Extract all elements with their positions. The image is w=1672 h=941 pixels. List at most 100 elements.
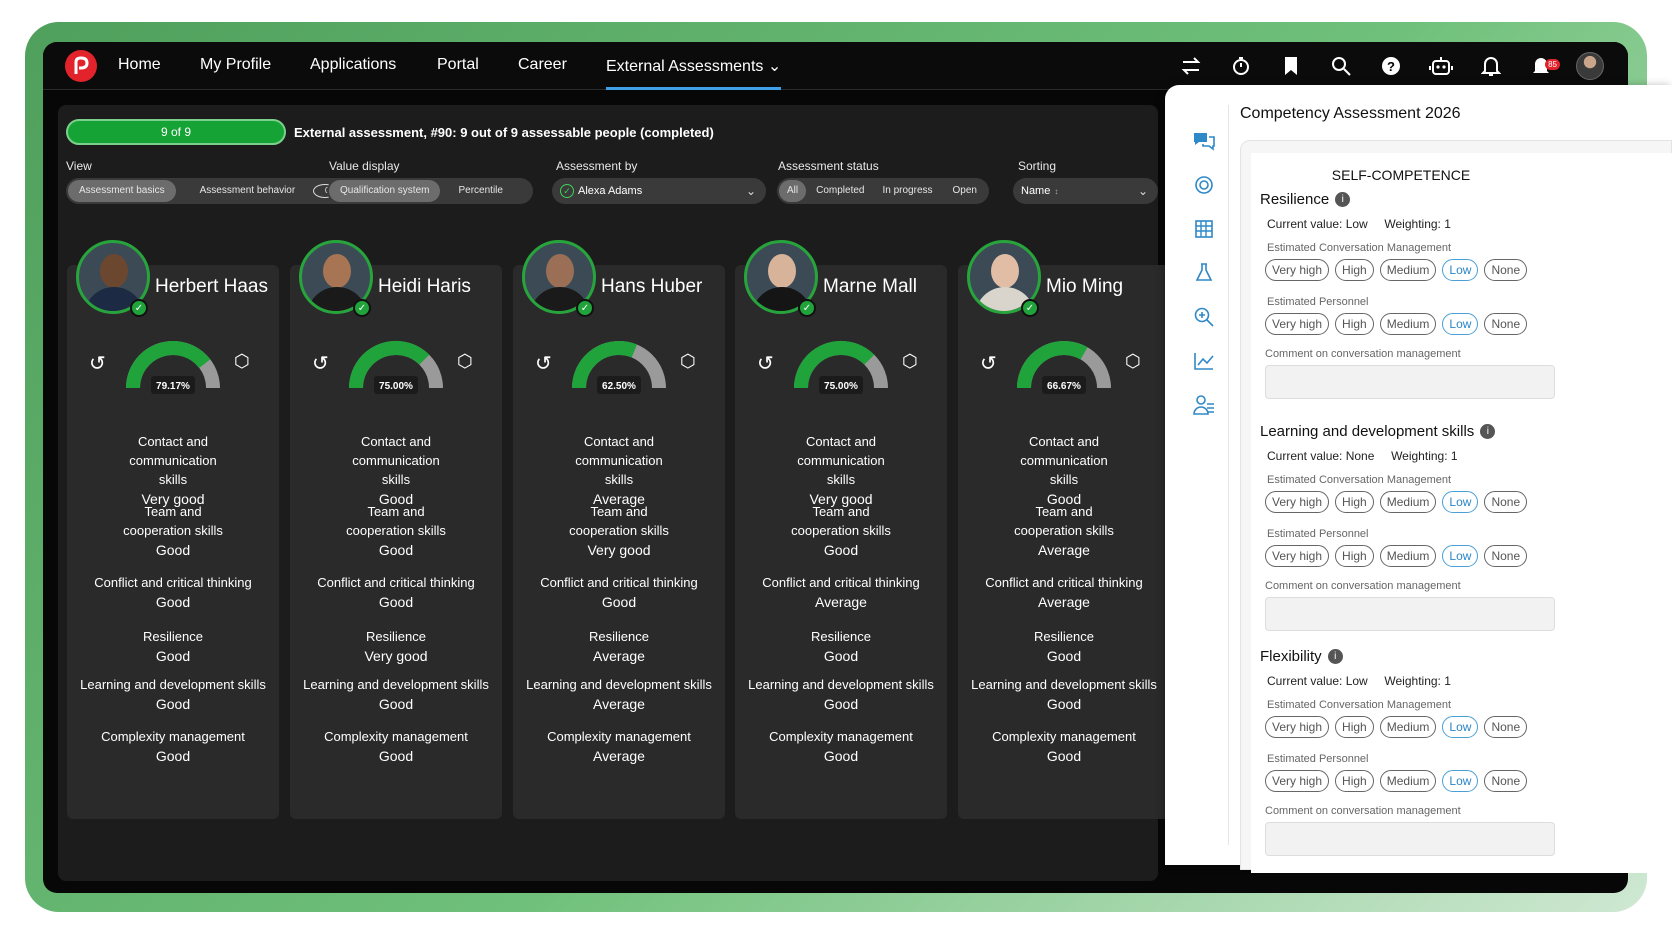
skill-row: Conflict and critical thinking Good [290, 573, 502, 613]
rating-chip[interactable]: High [1335, 259, 1374, 281]
chat-icon[interactable] [1192, 129, 1216, 153]
robot-icon[interactable] [1426, 51, 1456, 81]
rating-chip[interactable]: Medium [1379, 770, 1437, 792]
rating-chip[interactable]: Low [1442, 491, 1479, 513]
info-icon[interactable]: i [1335, 192, 1351, 207]
undo-icon[interactable]: ↺ [980, 351, 997, 376]
skill-label: Team and cooperation skills [1014, 504, 1114, 538]
skill-label: Resilience [143, 629, 203, 644]
rating-chip[interactable]: Low [1442, 545, 1479, 567]
rating-chip[interactable]: High [1335, 313, 1374, 335]
rating-chip[interactable]: Very high [1265, 545, 1330, 567]
self-competence-box: SELF-COMPETENCE Resilience i Current valu… [1240, 140, 1672, 873]
competency-title-text: Resilience [1260, 191, 1330, 208]
undo-icon[interactable]: ↺ [757, 351, 774, 376]
rating-chip[interactable]: Very high [1265, 259, 1330, 281]
rating-chip[interactable]: None [1484, 716, 1528, 738]
rating-chip[interactable]: Medium [1379, 313, 1437, 335]
status-all[interactable]: All [779, 180, 807, 202]
skill-label: Contact and communication skills [129, 434, 217, 487]
rating-chip[interactable]: Very high [1265, 313, 1330, 335]
skill-value: Good [1046, 696, 1082, 712]
table-icon[interactable] [1192, 217, 1216, 241]
rating-chip[interactable]: Very high [1265, 716, 1330, 738]
rating-chip[interactable]: None [1484, 313, 1528, 335]
rating-chip[interactable]: None [1484, 259, 1528, 281]
view-assessment-basics[interactable]: Assessment basics [68, 180, 176, 202]
rating-chip[interactable]: High [1335, 491, 1374, 513]
undo-icon[interactable]: ↺ [89, 351, 106, 376]
sorting-dropdown[interactable]: Name ↕ ⌄ [1013, 178, 1158, 204]
person-card[interactable]: ✓ Herbert Haas ↺ 79.17% ⬡ Contact and co… [67, 240, 279, 819]
nav-portal[interactable]: Portal [437, 56, 479, 74]
comment-input[interactable] [1265, 365, 1555, 399]
person-name: Hans Huber [601, 276, 703, 297]
nav-home[interactable]: Home [118, 56, 161, 74]
skill-row: Conflict and critical thinking Average [958, 573, 1170, 613]
comment-input[interactable] [1265, 597, 1555, 631]
info-icon[interactable]: i [1327, 649, 1343, 664]
target-icon[interactable] [1192, 173, 1216, 197]
rating-chip[interactable]: High [1335, 770, 1374, 792]
undo-icon[interactable]: ↺ [535, 351, 552, 376]
rating-chip[interactable]: None [1484, 770, 1528, 792]
undo-icon[interactable]: ↺ [312, 351, 329, 376]
rating-chip[interactable]: Medium [1379, 545, 1437, 567]
help-icon[interactable]: ? [1376, 51, 1406, 81]
skill-label: Resilience [589, 629, 649, 644]
rating-chip[interactable]: Low [1442, 313, 1479, 335]
bell-icon[interactable] [1476, 51, 1506, 81]
network-icon[interactable]: ⬡ [680, 351, 696, 372]
value-percentile[interactable]: Percentile [442, 180, 530, 202]
network-icon[interactable]: ⬡ [1125, 351, 1141, 372]
network-icon[interactable]: ⬡ [234, 351, 250, 372]
nav-career[interactable]: Career [518, 56, 567, 74]
rating-chip[interactable]: Low [1442, 259, 1479, 281]
info-icon[interactable]: i [1480, 424, 1496, 439]
rating-chip[interactable]: Medium [1379, 716, 1437, 738]
nav-external-assessments[interactable]: External Assessments ⌄ [606, 56, 782, 90]
skill-value: Very good [587, 542, 651, 558]
rating-chip[interactable]: Medium [1379, 259, 1437, 281]
skill-label: Resilience [366, 629, 426, 644]
rating-chip[interactable]: High [1335, 545, 1374, 567]
person-card[interactable]: ✓ Marne Mall ↺ 75.00% ⬡ Contact and comm… [735, 240, 947, 819]
rating-chip[interactable]: None [1484, 491, 1528, 513]
nav-applications[interactable]: Applications [310, 56, 396, 74]
switch-icon[interactable] [1176, 51, 1206, 81]
rating-chip[interactable]: Very high [1265, 770, 1330, 792]
value-qualification-system[interactable]: Qualification system [329, 180, 441, 202]
person-card[interactable]: ✓ Heidi Haris ↺ 75.00% ⬡ Contact and com… [290, 240, 502, 819]
network-icon[interactable]: ⬡ [457, 351, 473, 372]
assessment-by-dropdown[interactable]: ✓ Alexa Adams ⌄ [552, 178, 766, 204]
rating-chip[interactable]: Low [1442, 770, 1479, 792]
side-panel-title: Competency Assessment 2026 [1240, 105, 1461, 122]
notification-bell-icon[interactable]: 85 [1526, 51, 1560, 81]
view-assessment-behavior[interactable]: Assessment behavior 0 [178, 180, 348, 202]
status-open[interactable]: Open [943, 180, 987, 202]
flask-icon[interactable] [1192, 261, 1216, 285]
status-in-progress[interactable]: In progress [874, 180, 940, 202]
person-card[interactable]: ✓ Mio Ming ↺ 66.67% ⬡ Contact and commun… [958, 240, 1170, 819]
person-card[interactable]: ✓ Hans Huber ↺ 62.50% ⬡ Contact and comm… [513, 240, 725, 819]
skill-row: Contact and communication skills Good [958, 432, 1170, 510]
rating-chip[interactable]: Very high [1265, 491, 1330, 513]
rating-chip[interactable]: High [1335, 716, 1374, 738]
rating-chip[interactable]: Low [1442, 716, 1479, 738]
comment-label: Comment on conversation management [1265, 580, 1461, 592]
rating-chip[interactable]: Medium [1379, 491, 1437, 513]
rating-chip[interactable]: None [1484, 545, 1528, 567]
status-completed[interactable]: Completed [808, 180, 872, 202]
search-icon[interactable] [1326, 51, 1356, 81]
nav-my-profile[interactable]: My Profile [200, 56, 271, 74]
view-label: View [66, 159, 92, 173]
bookmark-icon[interactable] [1276, 51, 1306, 81]
network-icon[interactable]: ⬡ [902, 351, 918, 372]
zoom-in-icon[interactable] [1192, 305, 1216, 329]
user-avatar[interactable] [1576, 52, 1604, 80]
comment-input[interactable] [1265, 822, 1555, 856]
brand-logo[interactable] [65, 50, 97, 82]
timer-icon[interactable] [1226, 51, 1256, 81]
users-icon[interactable] [1192, 393, 1216, 417]
chart-icon[interactable] [1192, 349, 1216, 373]
